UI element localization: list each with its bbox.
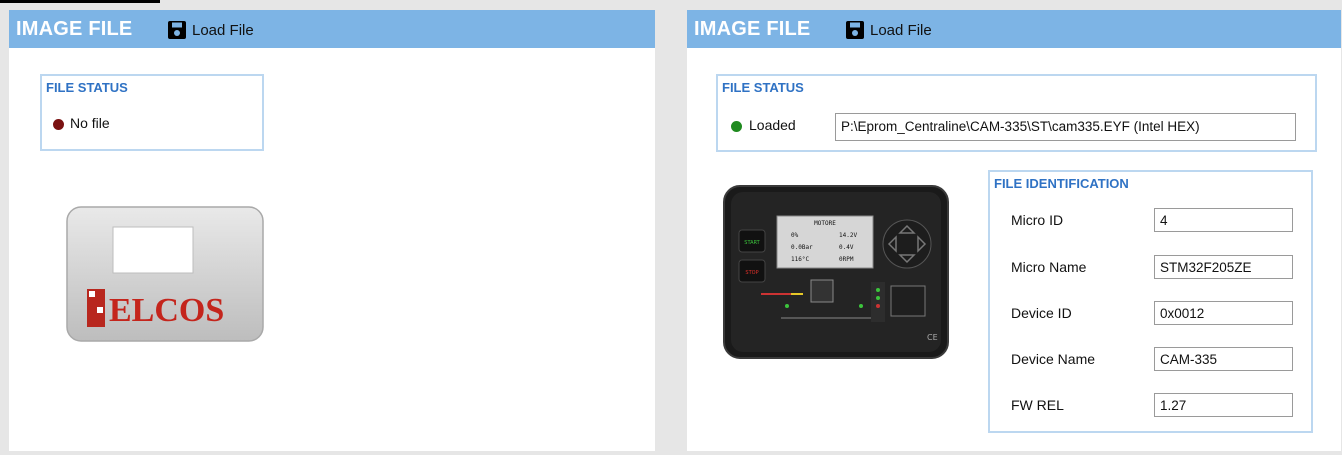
device-id-label: Device ID xyxy=(1011,305,1072,321)
file-status-group: FILE STATUS No file xyxy=(40,74,264,151)
device-screen-value: 0.4V xyxy=(839,244,854,251)
file-status-text: Loaded xyxy=(749,117,796,133)
device-screen-title: MOTORE xyxy=(814,220,836,227)
device-screen-value: 14.2V xyxy=(839,232,857,239)
device-id-field[interactable]: 0x0012 xyxy=(1154,301,1293,325)
image-file-panel-left: IMAGE FILE Load File FILE STATUS No file… xyxy=(9,10,655,451)
file-status-title: FILE STATUS xyxy=(46,80,128,95)
micro-name-field[interactable]: STM32F205ZE xyxy=(1154,255,1293,279)
panel-header: IMAGE FILE Load File xyxy=(687,10,1341,48)
micro-id-label: Micro ID xyxy=(1011,212,1064,228)
load-file-label: Load File xyxy=(870,21,932,39)
device-screen-value: 0% xyxy=(791,232,799,239)
elcos-logo-text: ELCOS xyxy=(109,292,224,329)
device-stop-label: STOP xyxy=(745,270,758,276)
elcos-device-image: ELCOS xyxy=(66,206,264,342)
panel-header: IMAGE FILE Load File xyxy=(9,10,655,48)
load-file-button[interactable]: Load File xyxy=(845,19,932,41)
device-name-label: Device Name xyxy=(1011,351,1096,367)
micro-id-field[interactable]: 4 xyxy=(1154,208,1293,232)
device-name-field[interactable]: CAM-335 xyxy=(1154,347,1293,371)
device-screen-value: 0.0Bar xyxy=(791,244,813,251)
save-disk-icon xyxy=(168,21,186,39)
fw-rel-label: FW REL xyxy=(1011,397,1064,413)
status-led-icon xyxy=(731,121,742,132)
load-file-label: Load File xyxy=(192,21,254,39)
device-screen-value: 116°C xyxy=(791,256,809,263)
load-file-button[interactable]: Load File xyxy=(167,19,254,41)
micro-name-label: Micro Name xyxy=(1011,259,1087,275)
device-screen-value: 0RPM xyxy=(839,256,854,263)
file-status-title: FILE STATUS xyxy=(722,80,804,95)
device-start-label: START xyxy=(744,240,760,246)
file-status-text: No file xyxy=(70,115,110,131)
save-disk-icon xyxy=(846,21,864,39)
status-led-icon xyxy=(53,119,64,130)
image-file-panel-right: IMAGE FILE Load File FILE STATUS Loaded … xyxy=(687,10,1341,451)
panel-title: IMAGE FILE xyxy=(694,18,811,40)
top-edge-line xyxy=(0,0,160,3)
file-identification-group: FILE IDENTIFICATION Micro ID 4 Micro Nam… xyxy=(988,170,1313,433)
panel-title: IMAGE FILE xyxy=(16,18,133,40)
svg-text:CE: CE xyxy=(927,333,938,342)
fw-rel-field[interactable]: 1.27 xyxy=(1154,393,1293,417)
cam335-device-image: MOTORE 0% 14.2V 0.0Bar 0.4V 116°C 0RPM S… xyxy=(723,185,949,359)
file-path-field[interactable]: P:\Eprom_Centraline\CAM-335\ST\cam335.EY… xyxy=(835,113,1296,141)
file-status-group: FILE STATUS Loaded P:\Eprom_Centraline\C… xyxy=(716,74,1317,152)
file-identification-title: FILE IDENTIFICATION xyxy=(994,176,1129,191)
